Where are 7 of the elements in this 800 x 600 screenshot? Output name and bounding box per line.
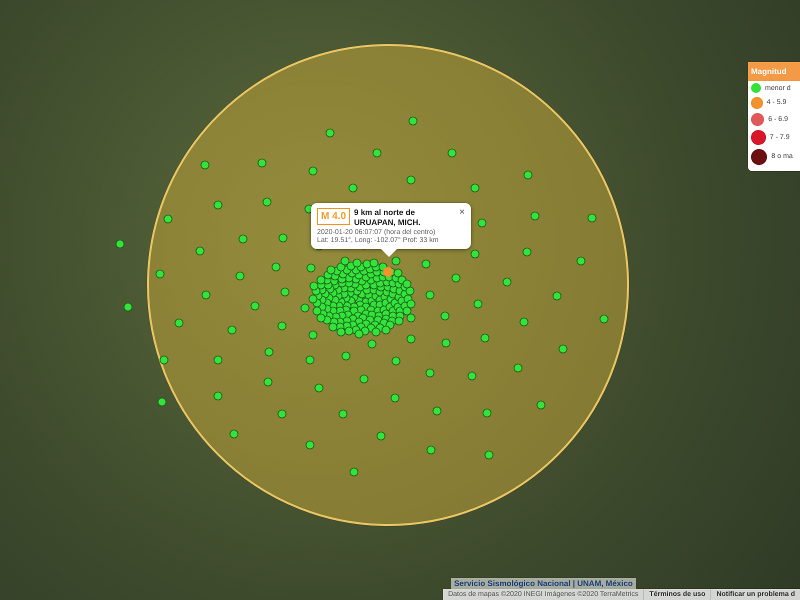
satellite-map[interactable] [0,0,800,600]
close-button[interactable]: × [459,208,465,218]
selected-event-marker[interactable] [383,267,393,277]
source-label: Servicio Sismológico Nacional | UNAM, México [451,578,636,589]
magnitude-badge: M 4.0 [317,208,350,225]
event-location: 9 km al norte de URUAPAN, MICH. [354,208,422,228]
legend-title: Magnitud [748,62,800,81]
